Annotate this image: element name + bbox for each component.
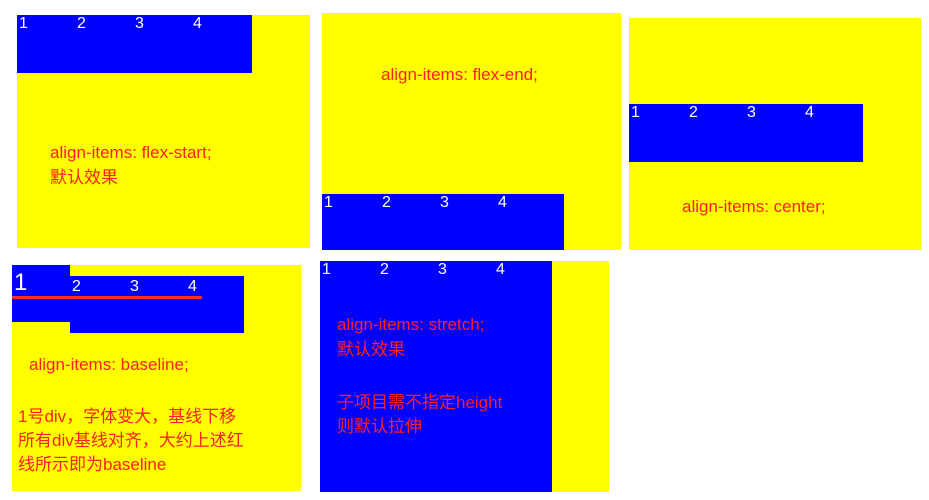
panel-flex-end: align-items: flex-end; 1 2 3 4	[322, 13, 621, 250]
flex-item-2: 2	[70, 276, 128, 333]
flex-item-3: 3	[436, 261, 494, 492]
baseline-note-line-2: 所有div基线对齐，大约上述红	[18, 431, 244, 450]
caption-baseline: align-items: baseline;	[29, 355, 189, 374]
stretch-note-line-1: 子项目需不指定height	[337, 393, 503, 412]
flex-item-1: 1	[629, 104, 687, 162]
flex-item-1: 1	[17, 15, 75, 73]
flex-item-1: 1	[320, 261, 378, 492]
caption-default-effect: 默认效果	[337, 340, 405, 359]
panel-stretch: 1 2 3 4 align-items: stretch; 默认效果 子项目需不…	[320, 261, 609, 492]
flex-item-4: 4	[494, 261, 552, 492]
flex-item-4: 4	[186, 276, 244, 333]
flex-item-4: 4	[803, 104, 863, 162]
panel-center: 1 2 3 4 align-items: center;	[629, 18, 921, 250]
panel-flex-start: 1 2 3 4 align-items: flex-start; 默认效果	[17, 15, 310, 248]
baseline-note-line-3: 线所示即为baseline	[18, 455, 167, 474]
flex-item-1: 1	[322, 194, 380, 250]
caption-flex-start: align-items: flex-start;	[50, 143, 212, 162]
caption-stretch: align-items: stretch;	[337, 315, 485, 334]
flex-item-1-large: 1	[12, 265, 70, 322]
flex-item-2: 2	[75, 15, 133, 73]
caption-center: align-items: center;	[682, 197, 826, 216]
flex-item-4: 4	[191, 15, 252, 73]
flex-item-2: 2	[687, 104, 745, 162]
flex-item-2: 2	[378, 261, 436, 492]
flex-item-3: 3	[438, 194, 496, 250]
flex-item-4: 4	[496, 194, 564, 250]
caption-default-effect: 默认效果	[50, 168, 118, 187]
baseline-note-line-1: 1号div，字体变大，基线下移	[18, 407, 237, 426]
flex-item-3: 3	[745, 104, 803, 162]
panel-baseline: 1 2 3 4 align-items: baseline; 1号div，字体变…	[12, 265, 301, 491]
flex-item-3: 3	[128, 276, 186, 333]
caption-flex-end: align-items: flex-end;	[381, 65, 538, 84]
flex-item-3: 3	[133, 15, 191, 73]
stretch-note-line-2: 则默认拉伸	[337, 417, 422, 436]
flex-item-2: 2	[380, 194, 438, 250]
baseline-marker-line	[12, 296, 202, 299]
